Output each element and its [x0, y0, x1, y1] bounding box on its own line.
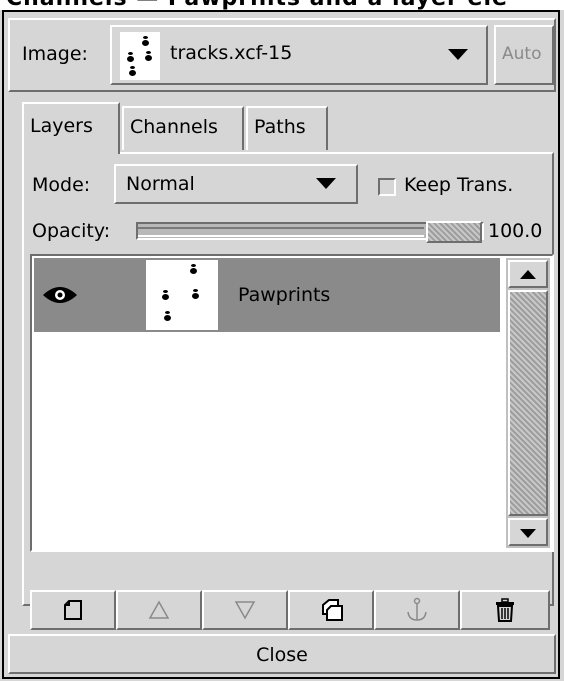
- keep-trans-label: Keep Trans.: [404, 174, 514, 196]
- opacity-slider-handle[interactable]: [426, 221, 482, 243]
- tab-paths[interactable]: Paths: [246, 106, 328, 150]
- image-label: Image:: [22, 43, 88, 65]
- delete-layer-button[interactable]: [460, 590, 550, 630]
- lower-layer-button[interactable]: [202, 590, 288, 630]
- tab-layers[interactable]: Layers: [22, 102, 120, 154]
- image-dropdown[interactable]: tracks.xcf-15: [110, 25, 488, 85]
- lower-layer-icon: [234, 601, 256, 620]
- anchor-icon: [407, 597, 427, 621]
- mode-dropdown[interactable]: Normal: [114, 164, 358, 204]
- chevron-down-icon: [448, 49, 468, 60]
- eye-icon[interactable]: [42, 285, 78, 310]
- opacity-label: Opacity:: [32, 220, 111, 242]
- mode-label: Mode:: [32, 174, 91, 196]
- opacity-value: 100.0: [488, 220, 543, 242]
- image-value: tracks.xcf-15: [170, 42, 293, 64]
- opacity-slider[interactable]: [136, 221, 484, 243]
- layer-row[interactable]: Pawprints: [34, 258, 500, 332]
- layer-thumbnail: [146, 260, 218, 330]
- tab-channels[interactable]: Channels: [122, 106, 244, 150]
- layer-list-scrollbar[interactable]: [506, 258, 550, 548]
- scrollbar-thumb[interactable]: [508, 290, 548, 516]
- duplicate-layer-button[interactable]: [288, 590, 374, 630]
- scroll-up-button[interactable]: [508, 260, 548, 288]
- opacity-slider-track: [138, 227, 424, 237]
- keep-trans-checkbox[interactable]: [378, 178, 396, 196]
- trash-icon: [496, 598, 514, 622]
- layer-name: Pawprints: [238, 284, 331, 306]
- arrow-down-icon: [520, 529, 536, 538]
- raise-layer-icon: [148, 600, 170, 619]
- raise-layer-button[interactable]: [116, 590, 202, 630]
- arrow-up-icon: [520, 270, 536, 279]
- auto-button[interactable]: Auto: [494, 25, 554, 85]
- close-button[interactable]: Close: [8, 634, 556, 674]
- new-layer-icon: [64, 600, 82, 620]
- scroll-down-button[interactable]: [508, 518, 548, 546]
- duplicate-layer-icon: [322, 599, 343, 621]
- window-caption-cutoff: Channels — Pawprints and a layer ele: [0, 0, 564, 10]
- new-layer-button[interactable]: [30, 590, 116, 630]
- chevron-down-icon: [316, 178, 336, 189]
- anchor-layer-button[interactable]: [374, 590, 460, 630]
- image-thumbnail: [120, 32, 160, 80]
